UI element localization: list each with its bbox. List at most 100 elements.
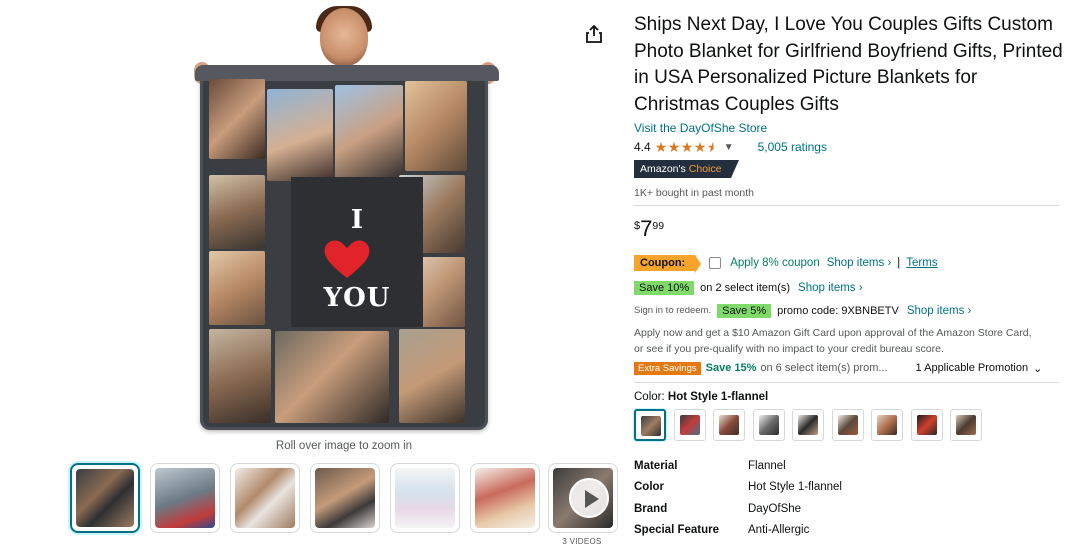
coupon-checkbox[interactable]: [709, 256, 722, 269]
divider: [634, 205, 1059, 206]
coupon-row: Coupon: Apply 8% coupon Shop items › | T…: [634, 253, 1064, 273]
extra-savings-badge: Extra Savings: [634, 361, 701, 375]
save5-row: Sign in to redeem. Save 5% promo code: 9…: [634, 302, 1064, 319]
save10-row: Save 10% on 2 select item(s) Shop items …: [634, 279, 1064, 296]
collage-photo: [275, 331, 389, 423]
zoom-hint: Roll over image to zoom in: [275, 440, 413, 452]
extra-savings-row[interactable]: Extra Savings Save 15% on 6 select item(…: [634, 360, 1064, 376]
collage-photo: [405, 81, 467, 171]
spec-row: Color Hot Style 1-flannel: [634, 477, 1064, 499]
rating-value: 4.4: [634, 140, 651, 154]
color-swatch[interactable]: [792, 409, 824, 441]
terms-link[interactable]: Terms: [906, 257, 937, 269]
star-icon: ★: [680, 138, 694, 155]
save10-badge: Save 10%: [634, 280, 695, 295]
photo-blanket: I YOU: [195, 65, 499, 430]
spec-value: Hot Style 1-flannel: [748, 481, 842, 494]
spec-value: Anti-Allergic: [748, 524, 810, 537]
blanket-word-you: YOU: [323, 283, 391, 313]
separator: |: [897, 256, 901, 269]
star-icon: ★: [667, 138, 681, 155]
blanket-word-i: I: [350, 205, 364, 235]
thumbnail-5[interactable]: [390, 463, 460, 533]
save5-shop-items-link[interactable]: Shop items ›: [907, 305, 972, 317]
spec-key: Material: [634, 459, 678, 472]
spec-key: Special Feature: [634, 524, 720, 537]
play-icon: [569, 478, 609, 518]
promo-code-text: promo code: 9XBNBETV: [777, 304, 899, 317]
collage-photo: [209, 79, 265, 159]
spec-row: Brand DayOfShe: [634, 498, 1064, 520]
star-rating[interactable]: ★ ★ ★ ★ ★: [654, 138, 720, 155]
gift-card-line2: or see if you pre-qualify with no impact…: [634, 343, 944, 355]
spec-value: DayOfShe: [748, 502, 802, 515]
coupon-badge: Coupon:: [634, 254, 702, 273]
color-swatch[interactable]: [673, 409, 706, 441]
star-half-icon: ★: [706, 138, 720, 155]
spec-value: Flannel: [748, 459, 786, 472]
videos-label: 3 VIDEOS: [562, 537, 602, 546]
chevron-down-icon[interactable]: ⌄: [1033, 362, 1042, 375]
thumbnail-2[interactable]: [150, 463, 220, 533]
thumbnail-video[interactable]: [548, 463, 618, 533]
thumbnail-strip: [70, 463, 618, 535]
badge-suffix: Choice: [688, 163, 722, 175]
price-fraction: 99: [652, 220, 665, 232]
thumbnail-1[interactable]: [70, 463, 140, 533]
chevron-down-icon[interactable]: ▼: [724, 142, 734, 153]
product-details: Ships Next Day, I Love You Couples Gifts…: [634, 12, 1064, 541]
color-swatch[interactable]: [871, 409, 903, 441]
bought-text: 1K+ bought in past month: [634, 187, 754, 199]
color-swatch[interactable]: [950, 409, 982, 441]
rating-row: 4.4 ★ ★ ★ ★ ★ ▼ 5,005 ratings: [634, 139, 1064, 155]
star-icon: ★: [693, 138, 707, 155]
save10-shop-items-link[interactable]: Shop items ›: [798, 282, 863, 294]
save10-text: on 2 select item(s): [700, 281, 791, 294]
save5-badge: Save 5%: [717, 303, 772, 318]
amazons-choice-badge[interactable]: Amazon's Choice: [634, 160, 740, 178]
main-product-image[interactable]: I YOU: [186, 6, 502, 433]
coupon-apply-text[interactable]: Apply 8% coupon: [730, 257, 820, 269]
heart-icon: [324, 240, 370, 278]
divider: [634, 382, 1059, 383]
spec-key: Brand: [634, 502, 668, 515]
collage-photo: [335, 85, 403, 181]
store-link[interactable]: Visit the DayOfShe Store: [634, 121, 1064, 135]
star-icon: ★: [654, 138, 668, 155]
ratings-count-link[interactable]: 5,005 ratings: [758, 140, 827, 154]
gift-card-line1: Apply now and get a $10 Amazon Gift Card…: [634, 327, 1032, 339]
color-swatches: [634, 409, 1064, 441]
coupon-shop-items-link[interactable]: Shop items ›: [827, 257, 892, 269]
thumbnail-6[interactable]: [470, 463, 540, 533]
color-swatch[interactable]: [634, 409, 666, 441]
badge-prefix: Amazon's: [640, 163, 686, 175]
extra-save-text: Save 15%: [705, 362, 757, 374]
thumbnail-3[interactable]: [230, 463, 300, 533]
spec-key: Color: [634, 481, 665, 494]
color-label: Color: Hot Style 1-flannel: [634, 391, 1064, 403]
applicable-promotion[interactable]: 1 Applicable Promotion: [916, 362, 1029, 374]
spec-row: Material Flannel: [634, 455, 1064, 477]
spec-row: Special Feature Anti-Allergic: [634, 520, 1064, 542]
spec-table: Material Flannel Color Hot Style 1-flann…: [634, 455, 1064, 541]
collage-photo: [209, 175, 265, 249]
color-swatch[interactable]: [831, 409, 864, 441]
gift-card-offer[interactable]: Apply now and get a $10 Amazon Gift Card…: [634, 325, 1064, 357]
price: $ 7 99: [634, 218, 1064, 240]
collage-photo: [209, 251, 265, 325]
sign-in-text[interactable]: Sign in to redeem.: [634, 305, 711, 316]
price-whole: 7: [640, 216, 653, 241]
collage-photo: [399, 329, 465, 423]
color-swatch[interactable]: [910, 409, 943, 441]
share-icon[interactable]: [585, 24, 603, 44]
color-label-prefix: Color:: [634, 391, 665, 403]
person-face: [320, 8, 368, 66]
collage-photo: [267, 89, 333, 181]
collage-photo: [209, 329, 271, 423]
product-title: Ships Next Day, I Love You Couples Gifts…: [634, 14, 1063, 115]
color-label-value: Hot Style 1-flannel: [667, 391, 769, 403]
color-swatch[interactable]: [713, 409, 745, 441]
color-swatch[interactable]: [752, 409, 785, 441]
thumbnail-4[interactable]: [310, 463, 380, 533]
extra-rest-text: on 6 select item(s) prom...: [760, 362, 888, 374]
